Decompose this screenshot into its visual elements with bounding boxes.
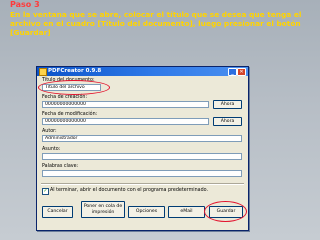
created-date-input[interactable]: 00000000000000 [42,101,209,108]
modified-date-input[interactable]: 00000000000000 [42,118,209,125]
options-button[interactable]: Opciones [128,206,165,218]
modified-now-button[interactable]: Ahora [213,117,242,126]
author-input[interactable]: Administrador [42,135,242,142]
keywords-label: Palabras clave: [42,164,79,169]
step-title: Paso 3 [10,0,40,9]
subject-input[interactable] [42,153,242,160]
modified-date-label: Fecha de modificación: [42,112,98,117]
divider [41,183,244,185]
pdfcreator-icon [39,68,47,76]
author-label: Autor: [42,129,57,134]
created-now-button[interactable]: Ahora [213,100,242,109]
keywords-input[interactable] [42,170,242,177]
cancel-button[interactable]: Cancelar [42,206,73,218]
queue-button[interactable]: Poner en cola de impresión [81,201,125,218]
email-button[interactable]: eMail [168,206,205,218]
minimize-icon[interactable]: _ [228,68,237,76]
dialog-title: PDFCreator 0.9.8 [48,68,102,74]
pdfcreator-dialog: PDFCreator 0.9.8 _ ✕ Título del document… [36,66,249,231]
created-date-label: Fecha de creación: [42,95,88,100]
highlight-title-circle [38,80,110,95]
dialog-titlebar[interactable]: PDFCreator 0.9.8 _ ✕ [37,67,248,76]
instruction-text: En la ventana que se abre, colocar el tí… [10,10,302,37]
close-icon[interactable]: ✕ [237,68,246,76]
open-after-label: Al terminar, abrir el documento con el p… [50,188,208,193]
subject-label: Asunto: [42,147,61,152]
open-after-checkbox[interactable]: ✓ [42,188,49,195]
highlight-save-circle [204,201,247,222]
checkmark-icon: ✓ [43,188,48,194]
